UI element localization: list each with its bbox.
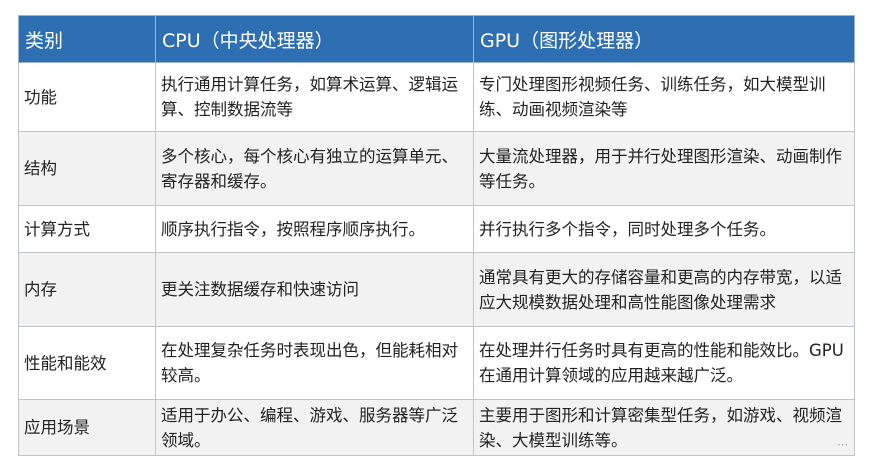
cell-gpu: 通常具有更大的存储容量和更高的内存带宽，以适应大规模数据处理和高性能图像处理需求 (473, 252, 855, 327)
cell-category: 性能和能效 (18, 326, 156, 400)
table-row-memory: 内存 更关注数据缓存和快速访问 通常具有更大的存储容量和更高的内存带宽，以适应大… (18, 252, 855, 327)
cell-category: 内存 (18, 252, 156, 327)
header-gpu: GPU（图形处理器） (473, 15, 855, 63)
cell-cpu: 执行通用计算任务，如算术运算、逻辑运算、控制数据流等 (155, 62, 474, 132)
cell-category: 功能 (18, 62, 156, 132)
cell-category: 应用场景 (18, 399, 156, 456)
cell-gpu: 专门处理图形视频任务、训练任务，如大模型训练、动画视频渲染等 (473, 62, 855, 132)
table-row-structure: 结构 多个核心，每个核心有独立的运算单元、寄存器和缓存。 大量流处理器，用于并行… (18, 131, 855, 206)
header-cpu: CPU（中央处理器） (155, 15, 474, 63)
more-icon: ⋯ (837, 438, 849, 451)
cell-gpu: 大量流处理器，用于并行处理图形渲染、动画制作等任务。 (473, 131, 855, 206)
cell-category: 结构 (18, 131, 156, 206)
cell-cpu: 顺序执行指令，按照程序顺序执行。 (155, 205, 474, 253)
cell-cpu: 在处理复杂任务时表现出色，但能耗相对较高。 (155, 326, 474, 400)
table-header-row: 类别 CPU（中央处理器） GPU（图形处理器） (18, 15, 855, 63)
cpu-gpu-comparison-table: 类别 CPU（中央处理器） GPU（图形处理器） 功能 执行通用计算任务，如算术… (18, 15, 855, 456)
table-row-applications: 应用场景 适用于办公、编程、游戏、服务器等广泛领域。 主要用于图形和计算密集型任… (18, 399, 855, 456)
cell-gpu: 在处理并行任务时具有更高的性能和能效比。GPU在通用计算领域的应用越来越广泛。 (473, 326, 855, 400)
cell-cpu: 更关注数据缓存和快速访问 (155, 252, 474, 327)
table-row-computation: 计算方式 顺序执行指令，按照程序顺序执行。 并行执行多个指令，同时处理多个任务。 (18, 205, 855, 253)
cell-cpu: 多个核心，每个核心有独立的运算单元、寄存器和缓存。 (155, 131, 474, 206)
cell-category: 计算方式 (18, 205, 156, 253)
comparison-table-container: 类别 CPU（中央处理器） GPU（图形处理器） 功能 执行通用计算任务，如算术… (18, 15, 855, 456)
table-row-performance: 性能和能效 在处理复杂任务时表现出色，但能耗相对较高。 在处理并行任务时具有更高… (18, 326, 855, 400)
cell-gpu: 并行执行多个指令，同时处理多个任务。 (473, 205, 855, 253)
cell-cpu: 适用于办公、编程、游戏、服务器等广泛领域。 (155, 399, 474, 456)
cell-gpu: 主要用于图形和计算密集型任务，如游戏、视频渲染、大模型训练等。 (473, 399, 855, 456)
table-row-function: 功能 执行通用计算任务，如算术运算、逻辑运算、控制数据流等 专门处理图形视频任务… (18, 62, 855, 132)
header-category: 类别 (18, 15, 156, 63)
